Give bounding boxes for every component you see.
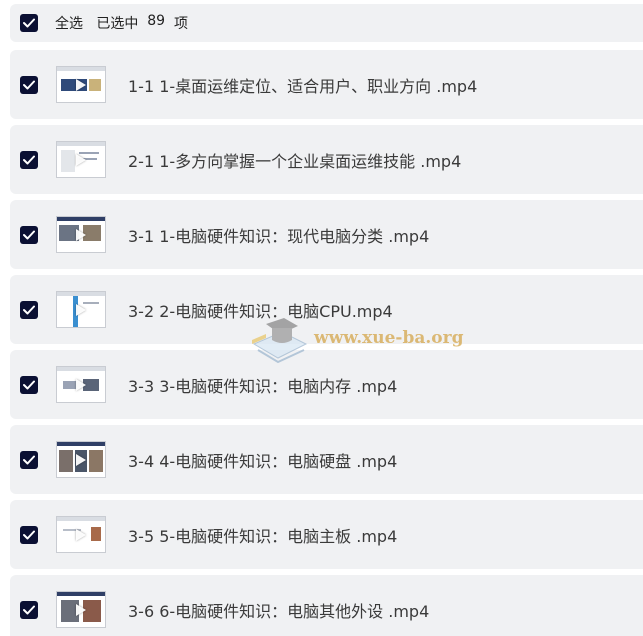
checkmark-icon <box>23 530 35 539</box>
file-row[interactable]: 1-1 1-桌面运维定位、适合用户、职业方向 .mp4 <box>10 50 643 119</box>
selected-count: 89 <box>147 13 166 29</box>
video-thumbnail[interactable] <box>56 216 106 253</box>
file-row[interactable]: 3-3 3-电脑硬件知识：电脑内存 .mp4 <box>10 350 643 419</box>
file-name: 3-3 3-电脑硬件知识：电脑内存 .mp4 <box>128 376 398 396</box>
play-icon <box>76 453 86 466</box>
play-icon <box>76 228 86 241</box>
select-all-bar[interactable]: 全选 已选中 89 项 <box>10 4 643 42</box>
file-checkbox[interactable] <box>20 150 38 169</box>
file-row[interactable]: 3-1 1-电脑硬件知识：现代电脑分类 .mp4 <box>10 200 643 269</box>
file-checkbox[interactable] <box>20 375 38 394</box>
checkmark-icon <box>23 80 35 89</box>
file-row[interactable]: 3-4 4-电脑硬件知识：电脑硬盘 .mp4 <box>10 425 643 494</box>
file-checkbox[interactable] <box>20 450 38 469</box>
play-icon <box>76 603 86 616</box>
file-name: 3-5 5-电脑硬件知识：电脑主板 .mp4 <box>128 526 398 546</box>
play-icon <box>76 153 86 166</box>
file-name: 3-2 2-电脑硬件知识：电脑CPU.mp4 <box>128 301 393 321</box>
file-checkbox[interactable] <box>20 600 38 619</box>
file-row[interactable]: 3-2 2-电脑硬件知识：电脑CPU.mp4 <box>10 275 643 344</box>
video-thumbnail[interactable] <box>56 441 106 478</box>
checkmark-icon <box>23 455 35 464</box>
selected-suffix: 项 <box>174 16 188 32</box>
file-checkbox[interactable] <box>20 225 38 244</box>
file-name: 3-4 4-电脑硬件知识：电脑硬盘 .mp4 <box>128 451 398 471</box>
video-thumbnail[interactable] <box>56 366 106 403</box>
video-thumbnail[interactable] <box>56 516 106 553</box>
file-checkbox[interactable] <box>20 300 38 319</box>
select-all-checkbox[interactable] <box>20 14 38 32</box>
checkmark-icon <box>23 605 35 614</box>
checkmark-icon <box>23 380 35 389</box>
video-thumbnail[interactable] <box>56 141 106 178</box>
file-name: 3-1 1-电脑硬件知识：现代电脑分类 .mp4 <box>128 226 430 246</box>
checkmark-icon <box>23 230 35 239</box>
file-list: 1-1 1-桌面运维定位、适合用户、职业方向 .mp4 2-1 1-多方向掌握一… <box>10 50 643 636</box>
file-name: 2-1 1-多方向掌握一个企业桌面运维技能 .mp4 <box>128 151 462 171</box>
checkmark-icon <box>23 18 35 28</box>
file-row[interactable]: 2-1 1-多方向掌握一个企业桌面运维技能 .mp4 <box>10 125 643 194</box>
video-thumbnail[interactable] <box>56 591 106 628</box>
file-name: 3-6 6-电脑硬件知识：电脑其他外设 .mp4 <box>128 601 430 621</box>
file-name: 1-1 1-桌面运维定位、适合用户、职业方向 .mp4 <box>128 76 478 96</box>
play-icon <box>76 78 86 91</box>
file-checkbox[interactable] <box>20 525 38 544</box>
video-thumbnail[interactable] <box>56 66 106 103</box>
selected-prefix: 已选中 <box>96 16 139 32</box>
video-thumbnail[interactable] <box>56 291 106 328</box>
checkmark-icon <box>23 305 35 314</box>
checkmark-icon <box>23 155 35 164</box>
play-icon <box>76 303 86 316</box>
selection-summary: 全选 已选中 89 项 <box>55 13 188 33</box>
file-row[interactable]: 3-6 6-电脑硬件知识：电脑其他外设 .mp4 <box>10 575 643 636</box>
play-icon <box>76 528 86 541</box>
file-selection-panel: 全选 已选中 89 项 1-1 1-桌面运维定位、适合用户、职业方向 .mp4 <box>0 0 643 636</box>
file-row[interactable]: 3-5 5-电脑硬件知识：电脑主板 .mp4 <box>10 500 643 569</box>
select-all-label: 全选 <box>55 16 83 32</box>
file-checkbox[interactable] <box>20 75 38 94</box>
play-icon <box>76 378 86 391</box>
